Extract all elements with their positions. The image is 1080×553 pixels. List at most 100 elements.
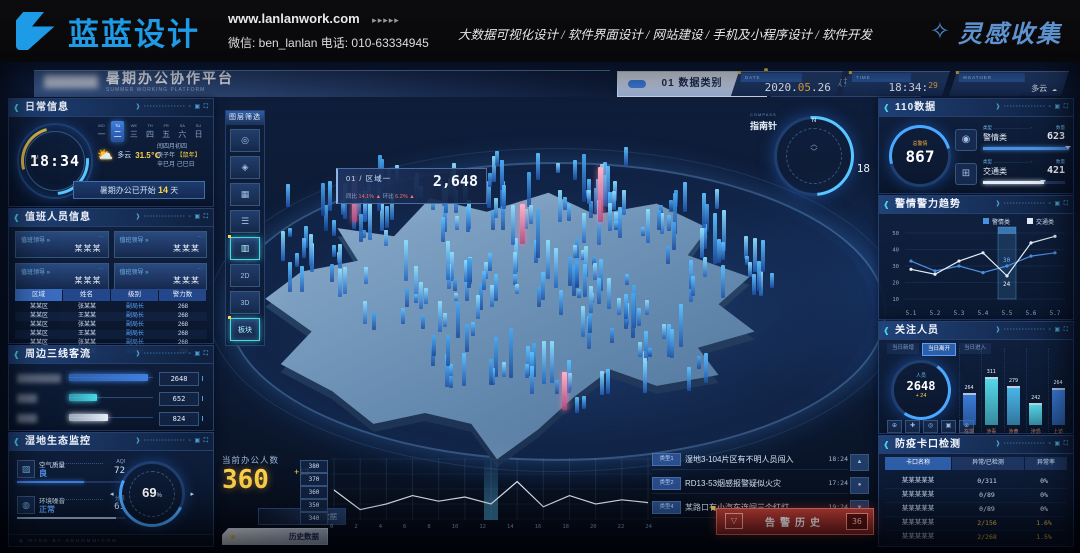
focus-icon-2[interactable]: ✚ bbox=[905, 420, 920, 433]
duty-leader-cards: 值班领导···某某某值班领导···某某某值班领导···某某某值班领导···某某某 bbox=[15, 231, 207, 290]
flow-label-blur bbox=[17, 394, 37, 403]
checkpoint-row[interactable]: 某某某某某2/2681.5% bbox=[885, 530, 1067, 545]
collect-label: 灵感收集 bbox=[958, 14, 1062, 49]
checkpoint-col-header: 异常/已检测 bbox=[952, 457, 1024, 470]
sparkle-icon: ✧ bbox=[930, 17, 950, 46]
stat-name: 交通类 bbox=[983, 166, 1007, 177]
checkpoint-rate: 0% bbox=[1023, 488, 1065, 502]
office-xtick: 12 bbox=[479, 524, 486, 530]
office-btn-2[interactable]: 历史数据 bbox=[222, 528, 328, 545]
svg-text:20: 20 bbox=[892, 281, 899, 287]
layer-btn-camera[interactable]: ◎ bbox=[230, 129, 260, 152]
table-row[interactable]: 某某区王某某副局长268 bbox=[15, 312, 207, 321]
scroll-up-button[interactable]: ▲ bbox=[850, 454, 869, 471]
focus-icon-1[interactable]: ⊕ bbox=[887, 420, 902, 433]
weekday-we[interactable]: WE三 bbox=[127, 121, 140, 142]
focus-icon-4[interactable]: ▣ bbox=[941, 420, 956, 433]
checkpoint-row[interactable]: 某某某某某0/890% bbox=[885, 502, 1067, 517]
site-block: www.lanlanwork.com ▸▸▸▸▸ 微信: ben_lanlan … bbox=[228, 10, 429, 51]
duty-cell: 副局长 bbox=[111, 312, 159, 321]
cloud-icon: ☁ bbox=[1052, 84, 1057, 93]
date-day: .26 bbox=[811, 81, 831, 94]
weekday-sa[interactable]: SA六 bbox=[176, 121, 189, 142]
layer-btn-signal[interactable]: ◈ bbox=[230, 156, 260, 179]
card-dots-decor: ··· bbox=[197, 234, 202, 240]
duty-leader-card[interactable]: 值班领导···某某某 bbox=[114, 231, 208, 258]
svg-text:交通类: 交通类 bbox=[1036, 218, 1054, 226]
weekday-mo[interactable]: MO一 bbox=[95, 121, 108, 142]
gauge-left-arrow[interactable]: ◂ bbox=[110, 490, 114, 498]
weekday-fr[interactable]: FR五 bbox=[160, 121, 173, 142]
layer-btn-grid[interactable]: ▦ bbox=[230, 183, 260, 206]
table-row[interactable]: 某某区张某某副局长268 bbox=[15, 321, 207, 330]
office-xtick: 24 bbox=[645, 524, 652, 530]
table-row[interactable]: 某某区张某某副局长268 bbox=[15, 303, 207, 312]
office-ylabel: 340 bbox=[300, 512, 328, 525]
panel-daily-info: 日常信息 PM 18:34 MO一TU二WE三TH四FR五SA六SU日 ⛅ 多云… bbox=[8, 98, 214, 207]
site-url[interactable]: www.lanlanwork.com bbox=[228, 11, 360, 26]
alert-row[interactable]: 类型2RD13-53烟感报警疑似火灾17:24 bbox=[652, 476, 848, 494]
svg-text:5.1: 5.1 bbox=[906, 310, 917, 317]
focus-tab[interactable]: 当日新增 bbox=[887, 343, 919, 354]
office-xtick: 14 bbox=[507, 524, 514, 530]
duty-cell: 268 bbox=[159, 312, 207, 321]
gauge-110-label: 总警情 bbox=[892, 140, 948, 147]
weekday-tu[interactable]: TU二 bbox=[111, 121, 124, 142]
gauge-right-arrow[interactable]: ▸ bbox=[190, 490, 194, 498]
watermark-strip: MADE BY NEHOMMICOM bbox=[9, 534, 213, 546]
checkpoint-row[interactable]: 某某某某某0/3110% bbox=[885, 474, 1067, 489]
duty-leader-card[interactable]: 值班领导···某某某 bbox=[114, 263, 208, 290]
checkpoint-ratio: 0/89 bbox=[951, 502, 1023, 516]
focus-icon-3[interactable]: ◎ bbox=[923, 420, 938, 433]
svg-text:10: 10 bbox=[892, 297, 899, 303]
checkpoint-row[interactable]: 某某某某某0/890% bbox=[885, 488, 1067, 503]
compass-dial[interactable]: N ︿﹀ bbox=[774, 116, 854, 196]
layer-btn-list[interactable]: ☰ bbox=[230, 210, 260, 233]
layer-btn-3d[interactable]: 3D bbox=[230, 291, 260, 314]
layer-btn-2d[interactable]: 2D bbox=[230, 264, 260, 287]
checkpoint-rate: 0% bbox=[1023, 474, 1065, 488]
svg-text:24: 24 bbox=[1003, 281, 1011, 288]
duty-col-header: 区域 bbox=[15, 289, 62, 301]
alert-history-count: 36 bbox=[846, 513, 868, 530]
layer-btn-blocks[interactable]: 板块 bbox=[230, 318, 260, 341]
flow-bar-row[interactable]: 652 bbox=[17, 392, 205, 406]
alert-row[interactable]: 类型1湿地3-104片区有不明人员闯入18:24 bbox=[652, 452, 848, 470]
eco-gauge: 69% ◂ ▸ bbox=[119, 461, 185, 527]
panel-trend: 警情警力趋势 警情类交通类504030201030245.15.25.35.45… bbox=[878, 195, 1074, 320]
svg-text:警情类: 警情类 bbox=[992, 218, 1010, 226]
checkpoint-rate: 0% bbox=[1023, 502, 1065, 516]
flow-bar-row[interactable]: 824 bbox=[17, 412, 205, 426]
layer-btn-chart[interactable]: ▥ bbox=[230, 237, 260, 260]
compass-chevrons[interactable]: ︿﹀ bbox=[777, 141, 851, 157]
focus-bar-value: 242 bbox=[1031, 395, 1040, 401]
weekday-su[interactable]: SU日 bbox=[192, 121, 205, 142]
alert-history-banner[interactable]: ▽ 告警历史 36 bbox=[716, 508, 874, 535]
platform-title-plate: 暑期办公协作平台 SUMMER WORKING PLATFORM bbox=[34, 70, 610, 97]
flow-bar-row[interactable]: 2648 bbox=[17, 372, 205, 386]
table-row[interactable]: 某某区王某某副局长268 bbox=[15, 330, 207, 339]
svg-text:30: 30 bbox=[892, 264, 899, 270]
duty-cell: 某某区 bbox=[15, 330, 63, 339]
scroll-dot[interactable]: ● bbox=[850, 477, 869, 494]
weekday-th[interactable]: TH四 bbox=[143, 121, 156, 142]
panel-eco-monitor: 湿地生态监控 ▨空气质量良AQI72◍环境噪音正常分贝61 69% ◂ ▸ MA… bbox=[8, 432, 214, 547]
duty-leader-card[interactable]: 值班领导···某某某 bbox=[15, 231, 109, 258]
checkpoint-row[interactable]: 某某某某某2/1561.6% bbox=[885, 516, 1067, 531]
svg-text:40: 40 bbox=[892, 248, 899, 254]
card-dots-decor: ··· bbox=[99, 266, 104, 272]
checkpoint-headers: 卡口名称异常/已检测异常率 bbox=[885, 457, 1067, 470]
focus-tab[interactable]: 当日离开 bbox=[922, 343, 956, 356]
duty-cell: 268 bbox=[159, 321, 207, 330]
checkpoint-name: 某某某某某 bbox=[885, 530, 951, 544]
duty-cell: 副局长 bbox=[111, 330, 159, 339]
chevron-down-icon[interactable]: ﹀ bbox=[811, 149, 818, 156]
checkpoint-ratio: 0/89 bbox=[951, 488, 1023, 502]
map-tooltip[interactable]: 01 / 区域一 2,648 同比 14.1% ▲ 环比 6.2% ▲ bbox=[336, 168, 487, 204]
duty-leader-card[interactable]: 值班领导···某某某 bbox=[15, 263, 109, 290]
duty-cell: 副局长 bbox=[111, 303, 159, 312]
arrows-decor: ▸▸▸▸▸ bbox=[372, 15, 400, 25]
chevron-up-icon[interactable]: ︿ bbox=[811, 141, 818, 148]
collect-block[interactable]: ✧ 灵感收集 bbox=[930, 14, 1062, 49]
alert-type-tag: 类型4 bbox=[652, 501, 681, 514]
